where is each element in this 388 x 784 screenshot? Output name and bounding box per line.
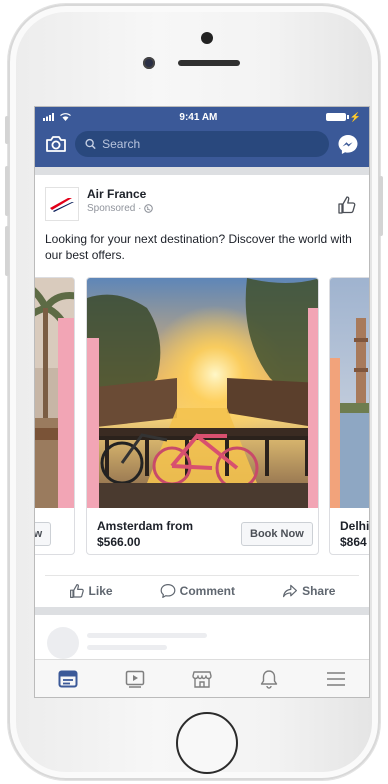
card-image-amsterdam: [87, 278, 318, 508]
card-image-palm: [35, 278, 74, 508]
card-price: $566.00: [97, 535, 141, 549]
phone-screen: 9:41 AM ⚡ Search Air France Sponsored · …: [34, 106, 370, 698]
tab-notifications[interactable]: [254, 664, 284, 694]
video-icon: [125, 670, 145, 688]
marketplace-icon: [192, 670, 212, 688]
header-row: [35, 127, 369, 157]
card-caption-amsterdam: Amsterdam from $566.00: [97, 518, 193, 550]
earpiece-speaker: [178, 60, 240, 66]
placeholder-line: [87, 645, 167, 650]
search-input[interactable]: [102, 137, 319, 151]
air-france-logo[interactable]: [45, 187, 79, 221]
menu-icon: [326, 671, 345, 686]
globe-icon: [144, 204, 154, 213]
wifi-icon: [60, 113, 71, 121]
sponsored-text: Sponsored ·: [87, 203, 142, 214]
card-image-delhi: [330, 278, 369, 508]
sponsored-post: Air France Sponsored · Looking for your …: [35, 175, 369, 607]
share-button[interactable]: Share: [282, 583, 335, 599]
search-bar[interactable]: [75, 131, 329, 157]
battery-indicator: ⚡: [325, 111, 361, 123]
sponsored-label: Sponsored ·: [87, 203, 337, 214]
camera-icon[interactable]: [43, 131, 69, 157]
volume-up-button: [5, 166, 9, 216]
mute-switch: [5, 116, 9, 144]
volume-down-button: [5, 226, 9, 276]
carousel-card-delhi[interactable]: Delhi $864: [329, 277, 369, 555]
tab-bar: [35, 659, 369, 697]
thumbs-up-icon: [69, 583, 84, 598]
post-actions: Like Comment Share: [45, 575, 359, 605]
news-feed-icon: [58, 670, 78, 687]
front-camera: [143, 57, 155, 69]
comment-button[interactable]: Comment: [160, 583, 235, 599]
card-title: Amsterdam from: [97, 519, 194, 533]
facebook-header: 9:41 AM ⚡: [35, 107, 369, 167]
status-bar: 9:41 AM ⚡: [35, 107, 369, 127]
card-title-delhi: Delhi: [340, 519, 370, 533]
thumbs-up-icon[interactable]: [337, 195, 359, 217]
card-price-delhi: $864: [340, 535, 367, 549]
home-button[interactable]: [176, 712, 238, 774]
tab-watch[interactable]: [120, 664, 150, 694]
card-caption-delhi: Delhi $864: [340, 518, 369, 550]
messenger-icon[interactable]: [335, 131, 361, 157]
comment-icon: [160, 583, 176, 598]
book-now-button[interactable]: Book Now: [241, 522, 313, 546]
like-label: Like: [88, 583, 113, 598]
comment-label: Comment: [179, 583, 235, 598]
signal-wifi-indicator: [43, 113, 71, 121]
tab-menu[interactable]: [321, 664, 351, 694]
carousel-card-amsterdam[interactable]: Amsterdam from $566.00 Book Now: [86, 277, 319, 555]
tab-news-feed[interactable]: [53, 664, 83, 694]
bell-icon: [260, 669, 277, 689]
page-name[interactable]: Air France: [87, 187, 337, 201]
tab-marketplace[interactable]: [187, 664, 217, 694]
share-label: Share: [302, 583, 336, 598]
share-icon: [283, 584, 298, 597]
placeholder-avatar: [47, 627, 79, 659]
post-header: Air France Sponsored ·: [35, 175, 369, 221]
placeholder-line: [87, 633, 207, 638]
carousel-card-prev[interactable]: Now: [35, 277, 75, 555]
status-time: 9:41 AM: [179, 111, 218, 123]
battery-icon: [325, 113, 349, 121]
charging-bolt-icon: ⚡: [349, 111, 361, 122]
book-now-button-prev[interactable]: Now: [35, 522, 52, 546]
search-icon: [85, 138, 96, 150]
post-meta: Air France Sponsored ·: [87, 187, 337, 214]
carousel[interactable]: Now: [35, 271, 369, 561]
cell-signal-icon: [43, 113, 54, 121]
post-text: Looking for your next destination? Disco…: [45, 232, 352, 262]
power-button: [379, 176, 383, 236]
proximity-sensor: [201, 32, 213, 44]
news-feed[interactable]: Air France Sponsored · Looking for your …: [35, 167, 369, 675]
like-button[interactable]: Like: [69, 583, 113, 599]
